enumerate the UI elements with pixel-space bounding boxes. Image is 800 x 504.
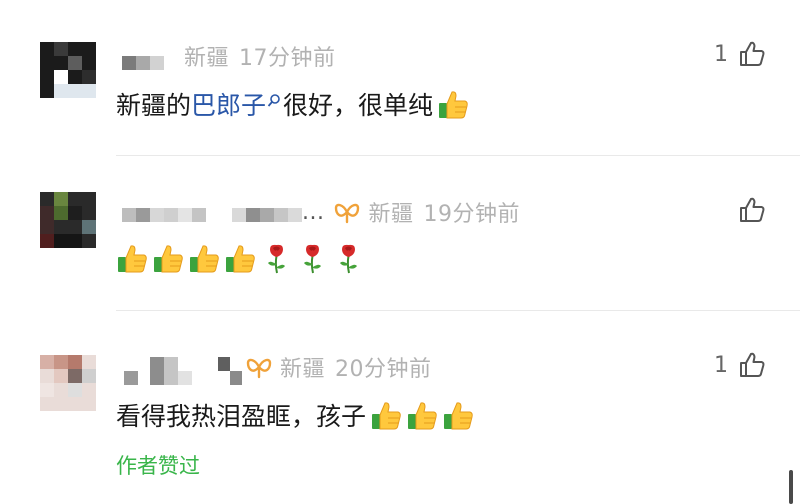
username-blurred[interactable] bbox=[122, 56, 166, 70]
comment-text-part: 看得我热泪盈眶，孩子 bbox=[116, 402, 367, 431]
thumbs-up-emoji-icon bbox=[406, 399, 439, 432]
location-label: 新疆 bbox=[184, 46, 230, 71]
thumbs-up-emoji-icon bbox=[224, 242, 257, 275]
timestamp: 20分钟前 bbox=[335, 357, 432, 382]
infinity-badge-icon[interactable] bbox=[332, 200, 362, 224]
like-button[interactable]: 1 bbox=[714, 351, 766, 379]
like-count: 1 bbox=[714, 352, 728, 378]
thumbs-up-emoji-icon bbox=[370, 399, 403, 432]
username-blurred[interactable] bbox=[124, 371, 138, 385]
thumbs-up-emoji-icon bbox=[442, 399, 475, 432]
like-button[interactable] bbox=[718, 196, 766, 224]
infinity-badge-icon[interactable] bbox=[244, 355, 274, 379]
thumbs-up-outline-icon bbox=[740, 197, 765, 222]
like-count: 1 bbox=[714, 41, 728, 67]
name-ellipsis: ... bbox=[302, 199, 325, 225]
comment-meta: 新疆 20分钟前 bbox=[244, 351, 432, 383]
comment-item: 新疆 17分钟前 1 新疆的 巴郎子 很好，很单纯 bbox=[0, 0, 800, 156]
thumbs-up-outline-icon bbox=[740, 352, 765, 377]
location-label: 新疆 bbox=[280, 357, 326, 382]
author-liked-label: 作者赞过 bbox=[116, 454, 200, 478]
username-blurred[interactable] bbox=[150, 357, 192, 385]
search-icon[interactable] bbox=[267, 93, 281, 109]
avatar[interactable] bbox=[40, 355, 96, 411]
scrollbar[interactable] bbox=[789, 470, 793, 504]
location-label: 新疆 bbox=[368, 202, 414, 227]
timestamp: 17分钟前 bbox=[239, 46, 336, 71]
comment-text: 新疆的 巴郎子 很好，很单纯 bbox=[116, 86, 473, 122]
comment-meta: ... 新疆 19分钟前 bbox=[302, 196, 520, 228]
like-button[interactable]: 1 bbox=[714, 40, 766, 68]
comment-text-part: 新疆的 bbox=[116, 91, 192, 120]
avatar[interactable] bbox=[40, 42, 96, 98]
comment-text-part: 很好，很单纯 bbox=[283, 91, 434, 120]
thumbs-up-outline-icon bbox=[740, 41, 765, 66]
username-blurred[interactable] bbox=[232, 208, 302, 222]
comment-item: ... 新疆 19分钟前 bbox=[0, 156, 800, 311]
comment-text bbox=[116, 242, 368, 275]
avatar[interactable] bbox=[40, 192, 96, 248]
thumbs-up-emoji-icon bbox=[437, 88, 470, 121]
thumbs-up-emoji-icon bbox=[116, 242, 149, 275]
timestamp: 19分钟前 bbox=[423, 202, 520, 227]
rose-emoji-icon bbox=[332, 242, 365, 275]
rose-emoji-icon bbox=[260, 242, 293, 275]
hashtag-link[interactable]: 巴郎子 bbox=[191, 86, 266, 122]
comment-meta: 新疆 17分钟前 bbox=[184, 40, 336, 72]
thumbs-up-emoji-icon bbox=[152, 242, 185, 275]
thumbs-up-emoji-icon bbox=[188, 242, 221, 275]
comment-text: 看得我热泪盈眶，孩子 bbox=[116, 397, 478, 433]
rose-emoji-icon bbox=[296, 242, 329, 275]
username-blurred[interactable] bbox=[218, 357, 242, 385]
username-blurred[interactable] bbox=[122, 208, 206, 222]
